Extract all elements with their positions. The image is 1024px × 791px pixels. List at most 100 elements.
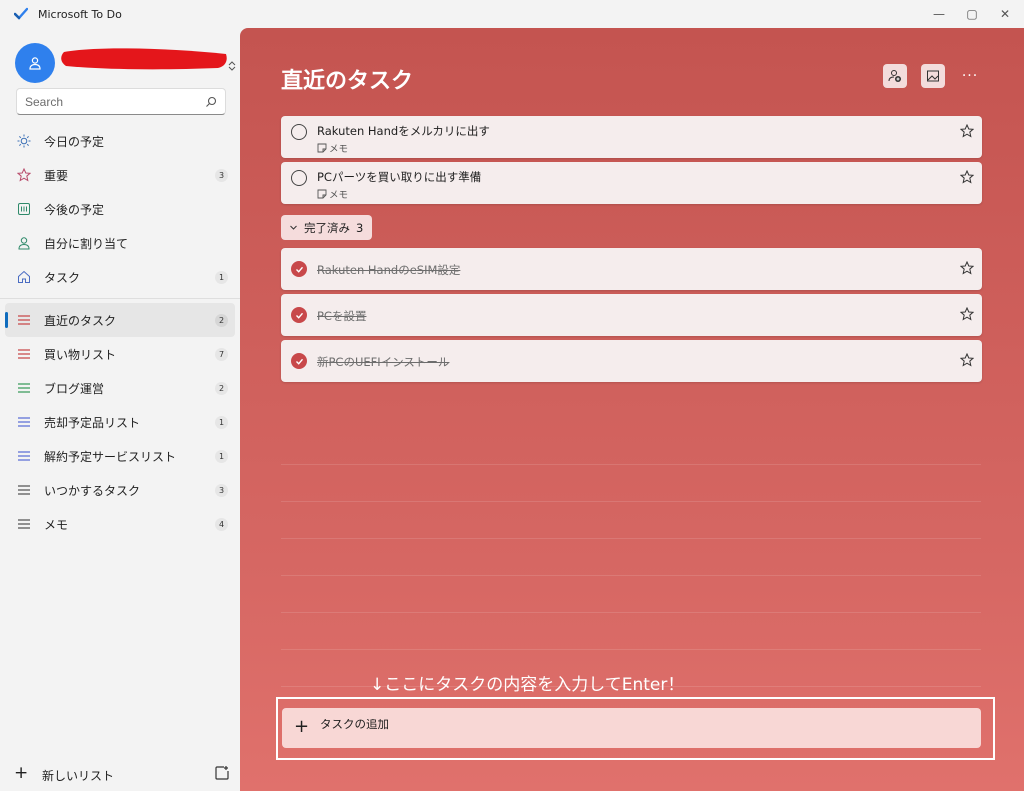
completed-checkbox[interactable] (291, 353, 307, 369)
task-title[interactable]: PCを設置 (317, 308, 366, 324)
list-icon (16, 346, 32, 362)
add-task-bar[interactable]: + (282, 708, 981, 748)
task-item[interactable]: Rakuten Handをメルカリに出す メモ (281, 116, 982, 158)
add-person-icon (888, 70, 901, 82)
list-icon (16, 380, 32, 396)
count-badge: 1 (215, 449, 228, 463)
search-icon[interactable] (205, 96, 217, 108)
chevron-down-icon (290, 225, 297, 230)
completed-count: 3 (356, 220, 364, 235)
person-icon (16, 235, 32, 251)
todo-logo-icon (14, 7, 28, 20)
completed-checkbox[interactable] (291, 307, 307, 323)
sidebar-item-assigned[interactable]: 自分に割り当て (0, 226, 240, 260)
completed-checkbox[interactable] (291, 261, 307, 277)
star-icon[interactable] (960, 307, 974, 321)
task-item[interactable]: PCパーツを買い取りに出す準備 メモ (281, 162, 982, 204)
list-icon (16, 414, 32, 430)
sidebar-item-tasks[interactable]: タスク 1 (0, 260, 240, 294)
annotation-hint: ↓ここにタスクの内容を入力してEnter！ (370, 675, 685, 695)
sidebar-item-shopping-list[interactable]: 買い物リスト 7 (0, 337, 240, 371)
sidebar-item-label: タスク (44, 270, 81, 285)
sidebar-item-important[interactable]: 重要 3 (0, 158, 240, 192)
task-title[interactable]: Rakuten Handをメルカリに出す (317, 123, 490, 139)
task-title[interactable]: PCパーツを買い取りに出す準備 (317, 169, 481, 185)
task-note-label: メモ (329, 190, 349, 201)
sidebar-item-cancel-services[interactable]: 解約予定サービスリスト 1 (0, 439, 240, 473)
completed-task-item[interactable]: 新PCのUEFIインストール (281, 340, 982, 382)
star-icon[interactable] (960, 124, 974, 138)
sidebar-item-label: 買い物リスト (44, 347, 117, 362)
plus-icon: + (294, 716, 310, 737)
sidebar-item-label: 自分に割り当て (44, 236, 129, 251)
completed-task-item[interactable]: Rakuten HandのeSIM設定 (281, 248, 982, 290)
title-bar: Microsoft To Do — ▢ ✕ (0, 0, 1024, 28)
completed-task-item[interactable]: PCを設置 (281, 294, 982, 336)
completed-label: 完了済み (304, 220, 350, 235)
sidebar-item-label: 直近のタスク (44, 313, 117, 328)
sidebar-item-someday[interactable]: いつかするタスク 3 (0, 473, 240, 507)
task-note: メモ (317, 187, 348, 201)
sidebar-item-label: ブログ運営 (44, 381, 105, 396)
share-list-button[interactable] (883, 64, 907, 88)
star-icon[interactable] (960, 353, 974, 367)
count-badge: 1 (215, 415, 228, 429)
image-icon (927, 70, 939, 82)
task-title[interactable]: Rakuten HandのeSIM設定 (317, 262, 460, 278)
completed-section-toggle[interactable]: 完了済み 3 (281, 215, 372, 240)
page-title: 直近のタスク (281, 69, 414, 94)
sidebar-item-label: 解約予定サービスリスト (44, 449, 177, 464)
new-list-button[interactable]: + 新しいリスト (0, 758, 240, 788)
check-icon (295, 312, 303, 319)
person-icon (29, 57, 41, 70)
star-icon[interactable] (960, 261, 974, 275)
theme-button[interactable] (921, 64, 945, 88)
sidebar-item-today[interactable]: 今日の予定 (0, 124, 240, 158)
complete-checkbox[interactable] (291, 170, 307, 186)
smart-lists: 今日の予定 重要 3 今後の予定 自分に割り当て タスク 1 直近のタスク 2 … (0, 124, 240, 541)
check-icon (295, 266, 303, 273)
sidebar: 今日の予定 重要 3 今後の予定 自分に割り当て タスク 1 (0, 28, 240, 791)
complete-checkbox[interactable] (291, 124, 307, 140)
sidebar-divider (0, 298, 240, 299)
sidebar-item-label: 今後の予定 (44, 202, 105, 217)
count-badge: 4 (215, 517, 228, 531)
plus-icon: + (14, 763, 29, 783)
maximize-button[interactable]: ▢ (955, 0, 989, 28)
count-badge: 7 (215, 347, 228, 361)
count-badge: 1 (215, 270, 228, 284)
app-title: Microsoft To Do (38, 8, 122, 21)
search-box[interactable] (16, 88, 226, 115)
sidebar-item-recent-tasks[interactable]: 直近のタスク 2 (5, 303, 235, 337)
task-note: メモ (317, 141, 348, 155)
sidebar-item-sale-items[interactable]: 売却予定品リスト 1 (0, 405, 240, 439)
sidebar-item-blog[interactable]: ブログ運営 2 (0, 371, 240, 405)
sidebar-item-label: 今日の予定 (44, 134, 105, 149)
star-icon (16, 167, 32, 183)
close-button[interactable]: ✕ (988, 0, 1022, 28)
sidebar-item-planned[interactable]: 今後の予定 (0, 192, 240, 226)
sidebar-item-memo[interactable]: メモ 4 (0, 507, 240, 541)
redacted-account-name (61, 48, 227, 70)
star-icon[interactable] (960, 170, 974, 184)
note-icon (317, 189, 327, 199)
more-options-button[interactable]: ··· (958, 64, 982, 88)
list-icon (16, 516, 32, 532)
add-task-input[interactable] (320, 719, 920, 731)
minimize-button[interactable]: — (922, 0, 956, 28)
list-icon (16, 312, 32, 328)
sidebar-item-label: 売却予定品リスト (44, 415, 141, 430)
ruled-lines (281, 428, 981, 687)
count-badge: 2 (215, 313, 228, 327)
check-icon (295, 358, 303, 365)
chevron-updown-icon[interactable] (227, 61, 237, 71)
count-badge: 2 (215, 381, 228, 395)
search-input[interactable] (25, 94, 205, 109)
selection-indicator (5, 312, 8, 328)
task-title[interactable]: 新PCのUEFIインストール (317, 354, 449, 370)
new-list-label: 新しいリスト (42, 769, 115, 783)
avatar[interactable] (15, 43, 55, 83)
home-icon (16, 269, 32, 285)
new-group-icon[interactable] (214, 765, 230, 781)
sidebar-item-label: 重要 (44, 168, 69, 183)
